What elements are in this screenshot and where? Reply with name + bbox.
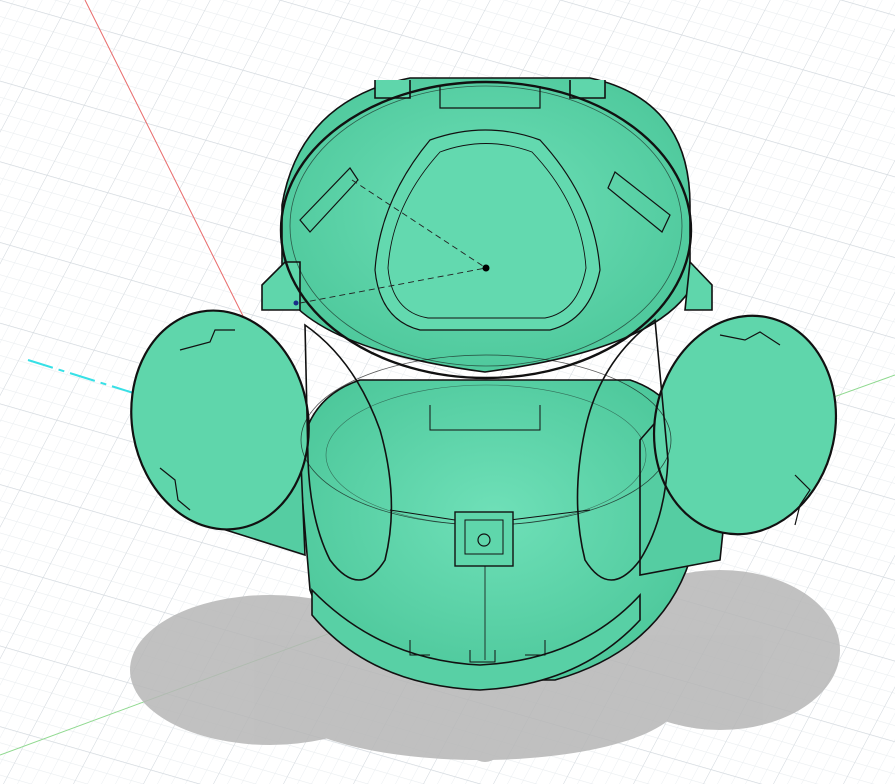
sketch-point-icon[interactable]: [293, 300, 299, 306]
sketch-point-icon[interactable]: [482, 264, 490, 272]
3d-viewport[interactable]: [0, 0, 895, 784]
rear-tab: [569, 80, 606, 99]
model-canvas[interactable]: [0, 0, 895, 784]
